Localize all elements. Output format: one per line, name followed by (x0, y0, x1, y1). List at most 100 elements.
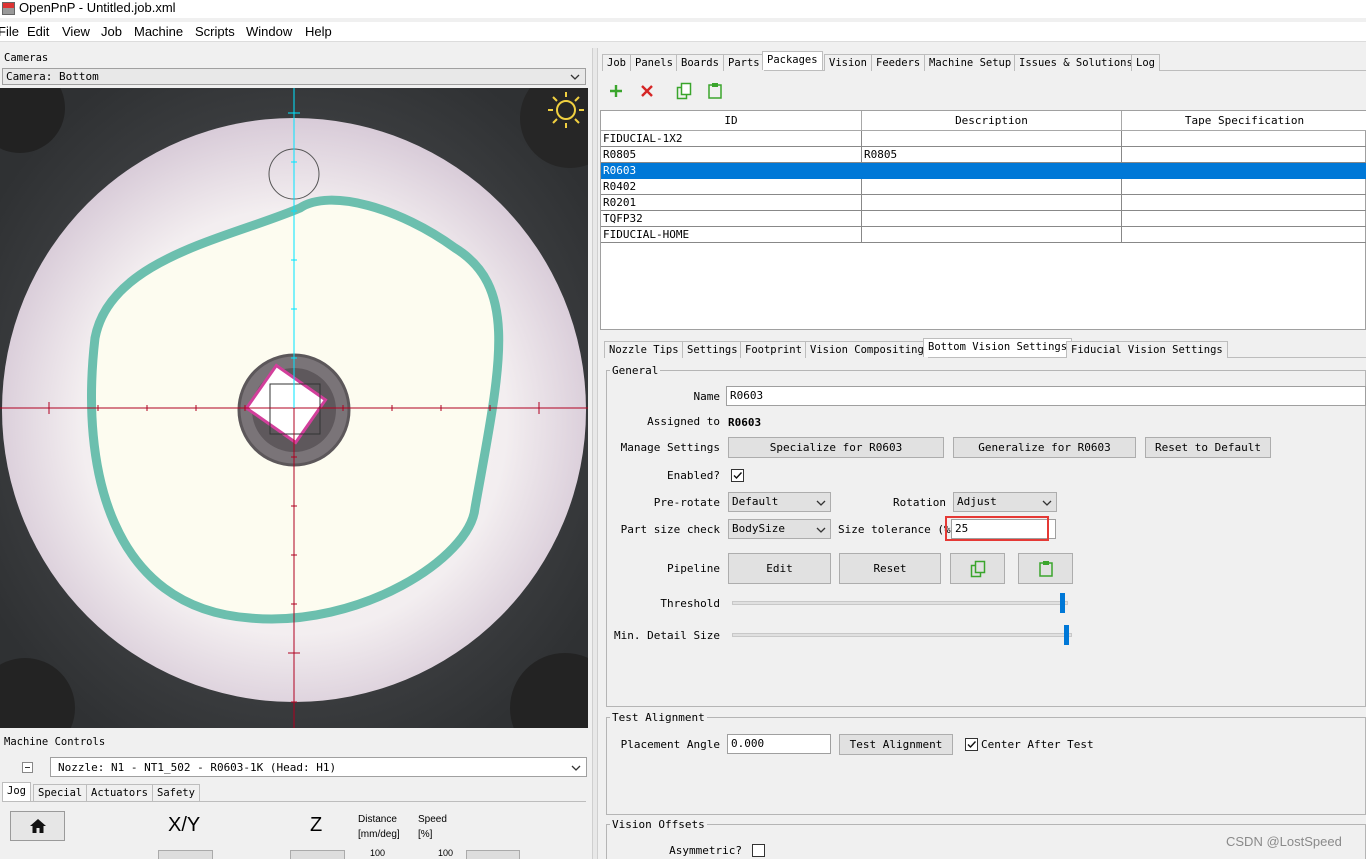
threshold-slider-track[interactable] (732, 601, 1068, 605)
cell-id: FIDUCIAL-1X2 (601, 131, 862, 147)
pre-rotate-select[interactable]: Default (728, 492, 831, 512)
copy-pipeline-button[interactable] (950, 553, 1005, 584)
chevron-down-icon (816, 527, 826, 533)
threshold-slider-thumb[interactable] (1059, 593, 1065, 613)
min-detail-size-slider-track[interactable] (732, 633, 1072, 637)
tab-vision-compositing[interactable]: Vision Compositing (805, 341, 929, 358)
reset-pipeline-button[interactable]: Reset (839, 553, 941, 584)
delete-icon[interactable] (638, 82, 656, 100)
jog-z-plus-button[interactable] (290, 850, 345, 859)
tab-bottom-vision-settings[interactable]: Bottom Vision Settings (923, 338, 1073, 357)
pipeline-label: Pipeline (667, 562, 720, 575)
tab-panels[interactable]: Panels (630, 54, 678, 71)
table-row[interactable]: R0201 (601, 195, 1366, 211)
column-header-tape-specification[interactable]: Tape Specification (1122, 111, 1366, 131)
paste-pipeline-button[interactable] (1018, 553, 1073, 584)
tab-job[interactable]: Job (602, 54, 631, 71)
paste-icon[interactable] (706, 82, 724, 100)
tab-fiducial-vision-settings[interactable]: Fiducial Vision Settings (1066, 341, 1228, 358)
tab-jog[interactable]: Jog (2, 782, 31, 801)
cell-tape (1122, 211, 1366, 227)
center-after-test-checkbox[interactable] (965, 738, 978, 751)
asymmetric-checkbox[interactable] (752, 844, 765, 857)
chevron-down-icon (571, 765, 581, 771)
menu-window[interactable]: Window (246, 24, 292, 39)
light-toggle-icon[interactable] (546, 90, 586, 130)
edit-pipeline-button[interactable]: Edit (728, 553, 831, 584)
jog-z-label: Z (310, 814, 323, 836)
tab-feeders[interactable]: Feeders (871, 54, 926, 71)
jog-y-plus-button[interactable] (158, 850, 213, 859)
cell-id: FIDUCIAL-HOME (601, 227, 862, 243)
generalize-button[interactable]: Generalize for R0603 (953, 437, 1136, 458)
rotation-label: Rotation (893, 496, 946, 509)
column-header-id[interactable]: ID (601, 111, 862, 131)
menu-file[interactable]: File (0, 24, 19, 39)
jog-slider-handle[interactable] (466, 850, 520, 859)
specialize-button[interactable]: Specialize for R0603 (728, 437, 944, 458)
home-icon (30, 819, 46, 833)
tab-parts[interactable]: Parts (723, 54, 765, 71)
table-row-selected[interactable]: R0603 (601, 163, 1366, 179)
menu-machine[interactable]: Machine (134, 24, 183, 39)
placement-angle-label: Placement Angle (620, 738, 720, 751)
distance-value: 100 (370, 848, 386, 858)
min-detail-size-slider-thumb[interactable] (1063, 625, 1069, 645)
camera-view[interactable] (0, 88, 588, 728)
tab-footprint[interactable]: Footprint (740, 341, 807, 358)
table-row[interactable]: FIDUCIAL-HOME (601, 227, 1366, 243)
watermark: CSDN @LostSpeed (1226, 834, 1342, 849)
nozzle-select[interactable]: Nozzle: N1 - NT1_502 - R0603-1K (Head: H… (50, 757, 587, 777)
tab-settings[interactable]: Settings (682, 341, 743, 358)
menu-edit[interactable]: Edit (27, 24, 49, 39)
camera-select[interactable]: Camera: Bottom (2, 68, 586, 85)
cell-id: R0201 (601, 195, 862, 211)
nozzle-select-value: Nozzle: N1 - NT1_502 - R0603-1K (Head: H… (58, 761, 337, 774)
enabled-checkbox[interactable] (731, 469, 744, 482)
tab-boards[interactable]: Boards (676, 54, 724, 71)
tab-actuators[interactable]: Actuators (86, 784, 153, 801)
table-row[interactable]: FIDUCIAL-1X2 (601, 131, 1366, 147)
size-tolerance-label: Size tolerance (%) (838, 523, 958, 536)
package-settings-tabs: Nozzle Tips Settings Footprint Vision Co… (604, 338, 1366, 358)
cell-tape (1122, 179, 1366, 195)
app-icon (2, 2, 15, 15)
table-row[interactable]: R0402 (601, 179, 1366, 195)
copy-icon[interactable] (675, 82, 693, 100)
menu-help[interactable]: Help (305, 24, 332, 39)
collapse-icon[interactable] (22, 762, 33, 773)
reset-to-default-button[interactable]: Reset to Default (1145, 437, 1271, 458)
table-row[interactable]: TQFP32 (601, 211, 1366, 227)
cell-description: R0805 (862, 147, 1122, 163)
tab-safety[interactable]: Safety (152, 784, 200, 801)
tab-machine-setup[interactable]: Machine Setup (924, 54, 1017, 71)
tab-nozzle-tips[interactable]: Nozzle Tips (604, 341, 684, 358)
menu-job[interactable]: Job (101, 24, 122, 39)
pre-rotate-label: Pre-rotate (653, 496, 720, 509)
camera-select-value: Camera: Bottom (6, 70, 99, 83)
test-alignment-button[interactable]: Test Alignment (839, 734, 953, 755)
name-field[interactable]: R0603 (726, 386, 1366, 406)
tab-special[interactable]: Special (33, 784, 88, 801)
table-row[interactable]: R0805 R0805 (601, 147, 1366, 163)
part-size-check-select[interactable]: BodySize (728, 519, 831, 539)
speed-unit: [%] (418, 829, 433, 840)
tab-packages[interactable]: Packages (762, 51, 823, 70)
menu-scripts[interactable]: Scripts (195, 24, 235, 39)
cell-id: TQFP32 (601, 211, 862, 227)
title-bar: OpenPnP - Untitled.job.xml (0, 0, 1366, 18)
add-icon[interactable] (607, 82, 625, 100)
cell-tape (1122, 227, 1366, 243)
tab-vision[interactable]: Vision (824, 54, 872, 71)
rotation-select[interactable]: Adjust (953, 492, 1057, 512)
placement-angle-field[interactable]: 0.000 (727, 734, 831, 754)
manage-settings-label: Manage Settings (620, 441, 720, 454)
home-button[interactable] (10, 811, 65, 841)
menu-view[interactable]: View (62, 24, 90, 39)
paste-icon (1039, 561, 1053, 577)
tab-log[interactable]: Log (1131, 54, 1160, 71)
assigned-to-label: Assigned to (647, 415, 720, 428)
column-header-description[interactable]: Description (862, 111, 1122, 131)
tab-issues-solutions[interactable]: Issues & Solutions (1014, 54, 1138, 71)
split-pane-divider[interactable] (592, 48, 598, 859)
